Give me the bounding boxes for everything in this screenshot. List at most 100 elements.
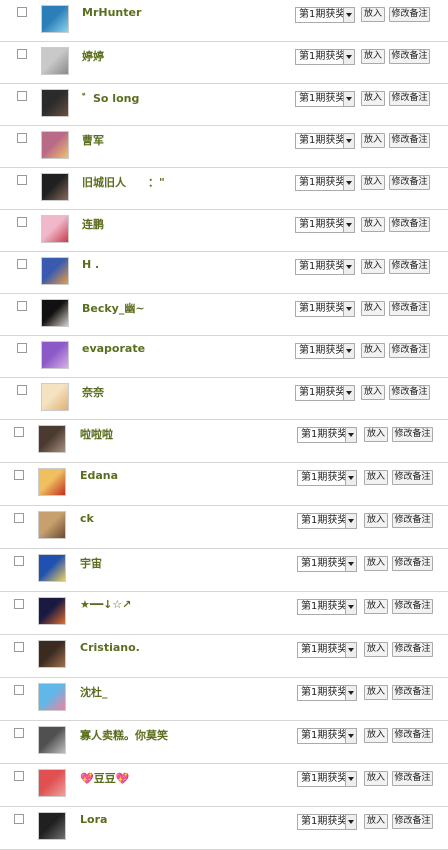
chevron-down-icon[interactable]	[345, 514, 356, 528]
award-select[interactable]: 第1期获奖	[297, 513, 357, 529]
user-name-link[interactable]: ck	[80, 512, 94, 525]
award-select[interactable]: 第1期获奖	[295, 385, 355, 401]
row-checkbox[interactable]	[14, 685, 24, 695]
award-select[interactable]: 第1期获奖	[297, 427, 357, 443]
row-checkbox[interactable]	[17, 217, 27, 227]
avatar[interactable]	[41, 47, 69, 75]
user-name-link[interactable]: H .	[82, 258, 99, 271]
row-checkbox[interactable]	[14, 513, 24, 523]
avatar[interactable]	[41, 5, 69, 33]
award-select[interactable]: 第1期获奖	[295, 259, 355, 275]
user-name-link[interactable]: MrHunter	[82, 6, 141, 19]
edit-note-button[interactable]: 修改备注	[392, 513, 433, 528]
avatar[interactable]	[38, 726, 66, 754]
edit-note-button[interactable]: 修改备注	[389, 91, 430, 106]
avatar[interactable]	[41, 131, 69, 159]
chevron-down-icon[interactable]	[345, 815, 356, 829]
user-name-link[interactable]: 💖豆豆💖	[80, 770, 129, 786]
avatar[interactable]	[41, 383, 69, 411]
row-checkbox[interactable]	[17, 259, 27, 269]
user-name-link[interactable]: 沈杜_	[80, 684, 108, 700]
award-select[interactable]: 第1期获奖	[295, 91, 355, 107]
award-select[interactable]: 第1期获奖	[297, 685, 357, 701]
put-in-button[interactable]: 放入	[364, 728, 388, 743]
award-select[interactable]: 第1期获奖	[295, 343, 355, 359]
put-in-button[interactable]: 放入	[361, 7, 385, 22]
chevron-down-icon[interactable]	[343, 218, 354, 232]
award-select[interactable]: 第1期获奖	[297, 599, 357, 615]
put-in-button[interactable]: 放入	[364, 599, 388, 614]
row-checkbox[interactable]	[14, 814, 24, 824]
avatar[interactable]	[38, 511, 66, 539]
put-in-button[interactable]: 放入	[364, 556, 388, 571]
row-checkbox[interactable]	[14, 599, 24, 609]
user-name-link[interactable]: 宇宙	[80, 555, 102, 571]
put-in-button[interactable]: 放入	[361, 217, 385, 232]
edit-note-button[interactable]: 修改备注	[389, 175, 430, 190]
edit-note-button[interactable]: 修改备注	[389, 385, 430, 400]
row-checkbox[interactable]	[14, 728, 24, 738]
award-select[interactable]: 第1期获奖	[295, 133, 355, 149]
award-select[interactable]: 第1期获奖	[297, 771, 357, 787]
put-in-button[interactable]: 放入	[361, 133, 385, 148]
award-select[interactable]: 第1期获奖	[297, 556, 357, 572]
put-in-button[interactable]: 放入	[361, 259, 385, 274]
user-name-link[interactable]: Cristiano.	[80, 641, 140, 654]
edit-note-button[interactable]: 修改备注	[389, 259, 430, 274]
user-name-link[interactable]: ゛So long	[82, 90, 139, 106]
avatar[interactable]	[41, 215, 69, 243]
row-checkbox[interactable]	[17, 7, 27, 17]
chevron-down-icon[interactable]	[343, 92, 354, 106]
user-name-link[interactable]: 啦啦啦	[80, 426, 113, 442]
award-select[interactable]: 第1期获奖	[297, 728, 357, 744]
chevron-down-icon[interactable]	[343, 176, 354, 190]
user-name-link[interactable]: ★━━↓☆↗	[80, 598, 131, 611]
award-select[interactable]: 第1期获奖	[295, 49, 355, 65]
edit-note-button[interactable]: 修改备注	[389, 7, 430, 22]
chevron-down-icon[interactable]	[345, 643, 356, 657]
chevron-down-icon[interactable]	[343, 134, 354, 148]
edit-note-button[interactable]: 修改备注	[392, 771, 433, 786]
chevron-down-icon[interactable]	[343, 50, 354, 64]
award-select[interactable]: 第1期获奖	[295, 217, 355, 233]
avatar[interactable]	[41, 257, 69, 285]
row-checkbox[interactable]	[17, 133, 27, 143]
edit-note-button[interactable]: 修改备注	[392, 427, 433, 442]
user-name-link[interactable]: 连鹏	[82, 216, 104, 232]
row-checkbox[interactable]	[14, 642, 24, 652]
row-checkbox[interactable]	[14, 771, 24, 781]
avatar[interactable]	[41, 173, 69, 201]
chevron-down-icon[interactable]	[343, 386, 354, 400]
avatar[interactable]	[38, 640, 66, 668]
user-name-link[interactable]: evaporate	[82, 342, 145, 355]
award-select[interactable]: 第1期获奖	[295, 7, 355, 23]
row-checkbox[interactable]	[17, 301, 27, 311]
edit-note-button[interactable]: 修改备注	[389, 49, 430, 64]
award-select[interactable]: 第1期获奖	[295, 175, 355, 191]
user-name-link[interactable]: Lora	[80, 813, 107, 826]
put-in-button[interactable]: 放入	[364, 685, 388, 700]
user-name-link[interactable]: 寡人卖糕。你莫笑	[80, 727, 168, 743]
row-checkbox[interactable]	[17, 343, 27, 353]
user-name-link[interactable]: 旧城旧人 ："	[82, 174, 165, 190]
chevron-down-icon[interactable]	[343, 260, 354, 274]
chevron-down-icon[interactable]	[343, 344, 354, 358]
put-in-button[interactable]: 放入	[364, 814, 388, 829]
edit-note-button[interactable]: 修改备注	[392, 556, 433, 571]
put-in-button[interactable]: 放入	[361, 343, 385, 358]
chevron-down-icon[interactable]	[345, 729, 356, 743]
row-checkbox[interactable]	[17, 49, 27, 59]
avatar[interactable]	[38, 812, 66, 840]
avatar[interactable]	[38, 425, 66, 453]
row-checkbox[interactable]	[14, 427, 24, 437]
avatar[interactable]	[38, 769, 66, 797]
edit-note-button[interactable]: 修改备注	[389, 133, 430, 148]
edit-note-button[interactable]: 修改备注	[392, 728, 433, 743]
put-in-button[interactable]: 放入	[364, 771, 388, 786]
edit-note-button[interactable]: 修改备注	[392, 814, 433, 829]
row-checkbox[interactable]	[14, 470, 24, 480]
edit-note-button[interactable]: 修改备注	[392, 599, 433, 614]
avatar[interactable]	[41, 89, 69, 117]
put-in-button[interactable]: 放入	[364, 427, 388, 442]
avatar[interactable]	[38, 554, 66, 582]
